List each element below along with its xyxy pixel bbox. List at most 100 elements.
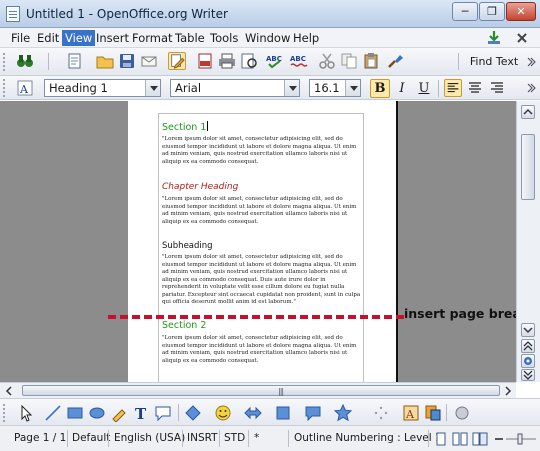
menu-table[interactable]: Table [172, 30, 208, 46]
subheading[interactable]: Subheading [162, 241, 213, 251]
close-document-icon[interactable] [514, 30, 530, 46]
chevron-down-icon[interactable] [284, 80, 299, 96]
vertical-scrollbar[interactable] [516, 101, 540, 382]
export-pdf-icon[interactable] [196, 52, 214, 70]
zoom-slider[interactable] [506, 431, 536, 447]
download-update-icon[interactable] [486, 30, 502, 46]
chevron-left-icon[interactable] [4, 386, 14, 396]
callout-tool-icon[interactable] [154, 404, 172, 422]
paragraph-2[interactable]: "Lorem ipsum dolor sit amet, consectetur… [162, 196, 364, 228]
document-canvas[interactable]: Section 1 "Lorem ipsum dolor sit amet, c… [0, 101, 516, 382]
menu-window[interactable]: Window [242, 30, 293, 46]
menu-format[interactable]: Format [129, 30, 176, 46]
menu-file[interactable]: File [8, 30, 33, 46]
close-button[interactable]: ✕ [506, 2, 536, 21]
toolbar-separator [438, 80, 439, 97]
chevron-right-icon[interactable] [526, 57, 536, 67]
next-page-button[interactable] [521, 369, 535, 381]
font-size-select[interactable]: 16.1 [309, 79, 361, 97]
font-name-select[interactable]: Arial [170, 79, 300, 97]
toolbar-grip[interactable] [3, 404, 7, 422]
print-icon[interactable] [218, 52, 236, 70]
scroll-down-button[interactable] [521, 323, 535, 337]
chapter-heading[interactable]: Chapter Heading [162, 182, 238, 192]
format-paintbrush-icon[interactable] [386, 52, 404, 70]
line-tool-icon[interactable] [44, 404, 62, 422]
align-left-icon[interactable] [444, 79, 462, 97]
points-icon[interactable] [372, 404, 390, 422]
bold-button[interactable]: B [370, 79, 390, 98]
symbol-shapes-icon[interactable] [214, 404, 232, 422]
extrusion-toggle-icon[interactable] [454, 404, 472, 422]
align-right-icon[interactable] [488, 79, 506, 97]
minimize-button[interactable]: ─ [452, 2, 478, 21]
status-selection-mode[interactable]: STD [224, 431, 245, 446]
cut-icon[interactable] [318, 52, 336, 70]
chevron-down-icon[interactable] [345, 80, 360, 96]
chevron-right-icon[interactable] [526, 83, 536, 93]
zoom-out-icon[interactable] [494, 434, 504, 444]
italic-button[interactable]: I [392, 79, 412, 98]
paragraph-style-select[interactable]: Heading 1 [44, 79, 161, 97]
menu-insert[interactable]: Insert [93, 30, 132, 46]
status-separator [67, 430, 68, 447]
book-view-icon[interactable] [472, 432, 488, 446]
spellcheck-icon[interactable]: ABC [266, 52, 284, 70]
text-tool-icon[interactable]: T [132, 404, 150, 422]
paragraph-3[interactable]: "Lorem ipsum dolor sit amet, consectetur… [162, 254, 364, 309]
toolbar-grip[interactable] [3, 79, 7, 97]
menu-tools[interactable]: Tools [207, 30, 241, 46]
heading-section-2[interactable]: Section 2 [162, 320, 206, 331]
window-title: Untitled 1 - OpenOffice.org Writer [26, 7, 228, 21]
email-icon[interactable] [140, 52, 158, 70]
status-insert-mode[interactable]: INSRT [187, 431, 218, 446]
styles-and-formatting-icon[interactable]: A [16, 79, 34, 97]
flowchart-icon[interactable] [274, 404, 292, 422]
status-language[interactable]: English (USA) [114, 431, 185, 446]
menu-help[interactable]: Help [290, 30, 322, 46]
status-page-style[interactable]: Default [72, 431, 110, 446]
vertical-scroll-thumb[interactable] [521, 134, 535, 200]
freeform-pen-icon[interactable] [110, 404, 128, 422]
chevron-down-icon[interactable] [145, 80, 160, 96]
fontwork-gallery-icon[interactable]: A [402, 404, 420, 422]
single-page-view-icon[interactable] [434, 432, 448, 446]
previous-page-button[interactable] [521, 339, 535, 353]
basic-shapes-icon[interactable] [184, 404, 202, 422]
autospellcheck-icon[interactable]: ABC [290, 52, 308, 70]
multi-page-view-icon[interactable] [452, 432, 468, 446]
copy-icon[interactable] [340, 52, 358, 70]
save-icon[interactable] [118, 52, 136, 70]
page-preview-icon[interactable] [240, 52, 258, 70]
paste-icon[interactable] [362, 52, 380, 70]
paragraph-4[interactable]: "Lorem ipsum dolor sit amet, consectetur… [162, 335, 364, 367]
maximize-button[interactable]: ❐ [479, 2, 505, 21]
status-page[interactable]: Page 1 / 1 [14, 431, 66, 446]
paragraph-1[interactable]: "Lorem ipsum dolor sit amet, consectetur… [162, 136, 364, 168]
edit-file-icon[interactable] [168, 52, 186, 70]
open-folder-icon[interactable] [96, 52, 114, 70]
chevron-right-icon[interactable] [503, 386, 513, 396]
binoculars-icon[interactable] [16, 52, 34, 70]
rectangle-tool-icon[interactable] [66, 404, 84, 422]
scroll-up-button[interactable] [521, 105, 535, 119]
horizontal-scrollbar[interactable]: ||| [0, 382, 516, 398]
new-document-icon[interactable] [66, 52, 84, 70]
navigator-button[interactable] [521, 354, 535, 368]
callouts-icon[interactable] [304, 404, 322, 422]
select-pointer-icon[interactable] [18, 404, 36, 422]
writer-document-icon [6, 6, 20, 22]
align-center-icon[interactable] [466, 79, 484, 97]
from-file-image-icon[interactable] [424, 404, 442, 422]
horizontal-scroll-thumb[interactable]: ||| [22, 385, 500, 396]
underline-button[interactable]: U [414, 79, 434, 98]
ellipse-tool-icon[interactable] [88, 404, 106, 422]
find-text-button[interactable]: Find Text [466, 52, 522, 71]
menu-view[interactable]: View [62, 30, 96, 46]
block-arrows-icon[interactable] [244, 404, 262, 422]
stars-icon[interactable] [334, 404, 352, 422]
svg-text:ABC: ABC [290, 55, 306, 63]
menu-edit[interactable]: Edit [34, 30, 62, 46]
heading-section-1[interactable]: Section 1 [162, 121, 209, 133]
toolbar-grip[interactable] [3, 53, 7, 71]
